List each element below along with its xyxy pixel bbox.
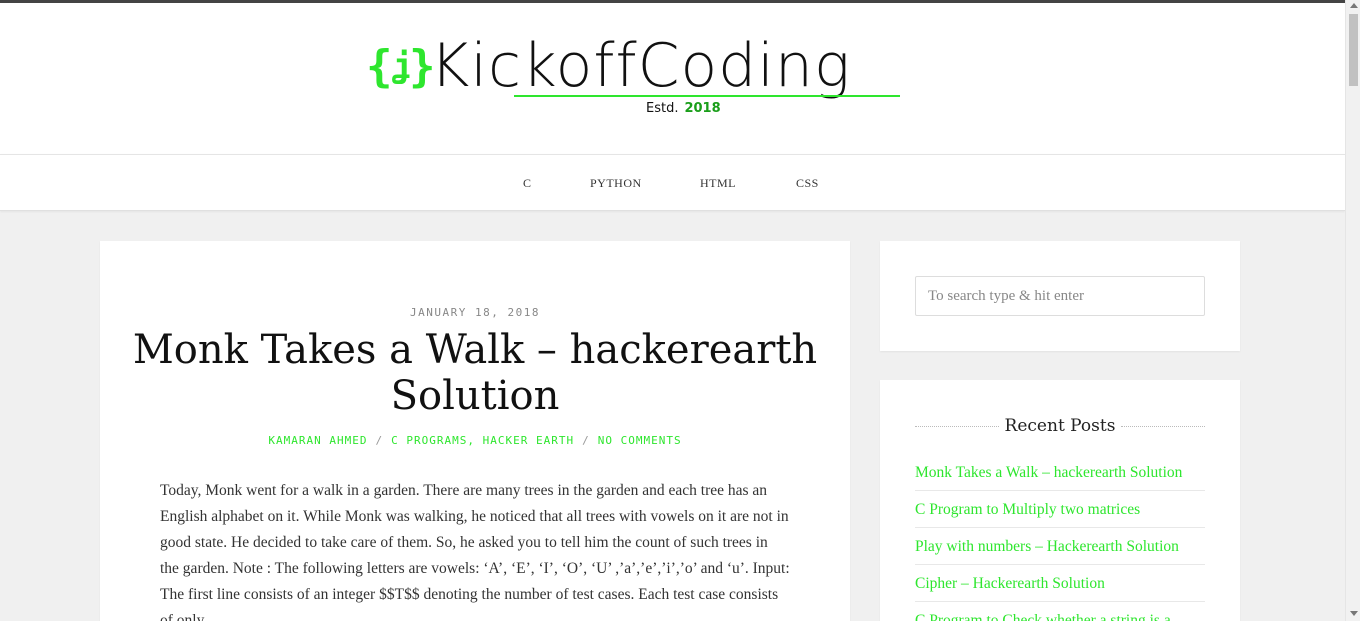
recent-post-link[interactable]: Play with numbers – Hackerearth Solution [915, 528, 1205, 565]
scroll-thumb[interactable] [1349, 14, 1358, 86]
nav-item-c[interactable]: C [523, 176, 532, 191]
estd-year: 2018 [684, 101, 721, 116]
nav-item-html[interactable]: HTML [700, 176, 736, 191]
meta-separator: / [375, 434, 384, 447]
site-logo[interactable]: {ʝ} KickoffCoding Estd. 2018 [364, 31, 984, 123]
nav-item-css[interactable]: CSS [796, 176, 819, 191]
recent-post-link[interactable]: Monk Takes a Walk – hackerearth Solution [915, 454, 1205, 491]
post-categories-link[interactable]: C PROGRAMS, HACKER EARTH [391, 434, 574, 447]
post-article: JANUARY 18, 2018 Monk Takes a Walk – hac… [100, 241, 850, 621]
post-author-link[interactable]: KAMARAN AHMED [268, 434, 367, 447]
recent-posts-heading: Recent Posts [915, 415, 1205, 437]
search-widget [880, 241, 1240, 351]
recent-post-link[interactable]: Cipher – Hackerearth Solution [915, 565, 1205, 602]
main-navigation: C PYTHON HTML CSS [0, 154, 1345, 211]
logo-text: KickoffCoding [430, 31, 851, 101]
search-input[interactable] [915, 276, 1205, 316]
post-title[interactable]: Monk Takes a Walk – hackerearth Solution [100, 327, 850, 419]
recent-posts-widget: Recent Posts Monk Takes a Walk – hackere… [880, 380, 1240, 621]
logo-underline [514, 95, 900, 97]
scroll-up-arrow-icon[interactable] [1349, 3, 1358, 8]
recent-posts-list: Monk Takes a Walk – hackerearth Solution… [915, 454, 1205, 621]
post-meta: KAMARAN AHMED / C PROGRAMS, HACKER EARTH / N… [100, 434, 850, 447]
page-scrollbar[interactable] [1345, 0, 1360, 621]
site-header: {ʝ} KickoffCoding Estd. 2018 [0, 3, 1345, 154]
logo-estd: Estd. 2018 [646, 101, 721, 116]
estd-label: Estd. [646, 101, 679, 116]
heading-line-right [1121, 426, 1205, 427]
recent-posts-title: Recent Posts [1004, 416, 1116, 436]
meta-separator: / [582, 434, 590, 447]
scroll-down-arrow-icon[interactable] [1349, 611, 1358, 616]
post-date: JANUARY 18, 2018 [410, 306, 540, 319]
recent-post-link[interactable]: C Program to Check whether a string is a [915, 602, 1205, 621]
post-body: Today, Monk went for a walk in a garden.… [160, 482, 790, 621]
nav-item-python[interactable]: PYTHON [590, 176, 642, 191]
post-comments-link[interactable]: NO COMMENTS [598, 434, 682, 447]
heading-line-left [915, 426, 999, 427]
recent-post-link[interactable]: C Program to Multiply two matrices [915, 491, 1205, 528]
logo-braces-icon: {ʝ} [366, 41, 435, 92]
